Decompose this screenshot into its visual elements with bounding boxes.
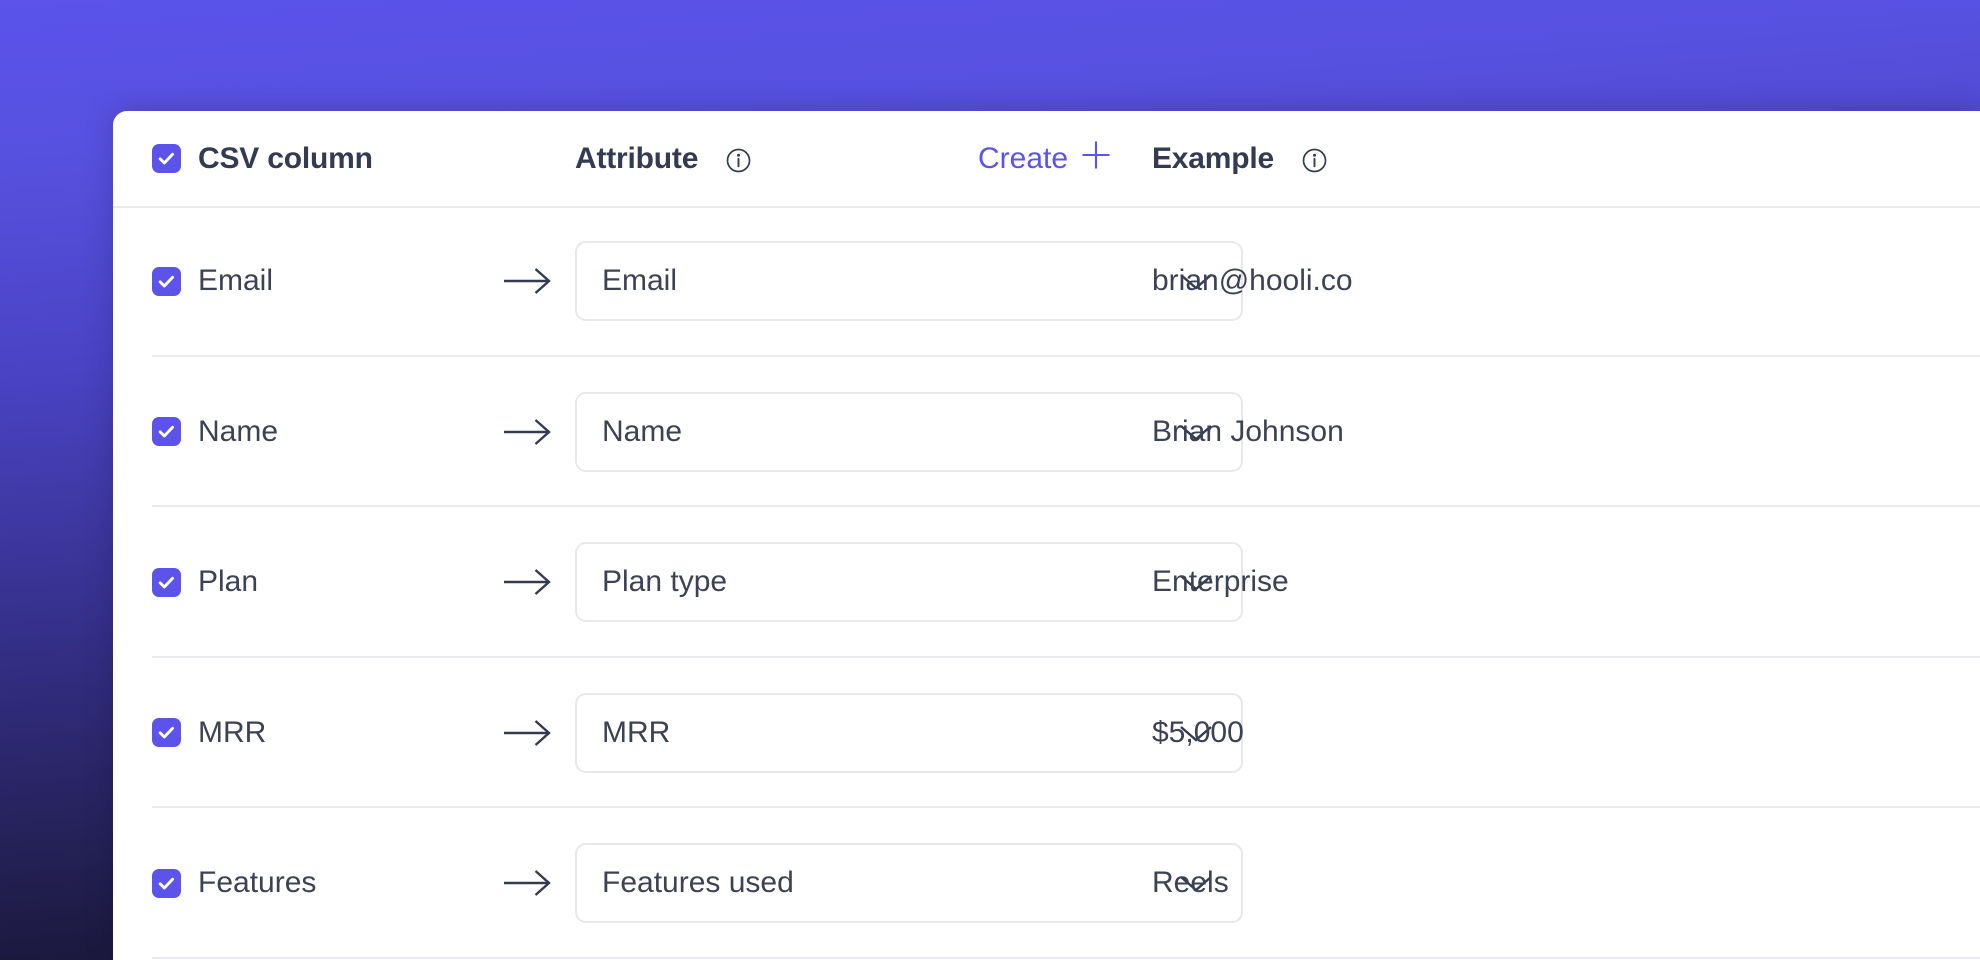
arrow-right-icon: [501, 658, 555, 809]
attribute-select-value: Plan type: [602, 565, 728, 598]
table-row: Plan Plan type Enterprise: [113, 507, 1980, 658]
attribute-select[interactable]: Name: [575, 391, 1243, 472]
row-example-value: Brian Johnson: [1152, 414, 1344, 448]
row-csv-column-label: Name: [198, 414, 279, 448]
attribute-select-value: Email: [602, 264, 678, 297]
row-csv-column-cell: Features: [152, 808, 316, 959]
attribute-select-value: Name: [602, 414, 683, 448]
header-example: Example: [1152, 111, 1327, 206]
table-row: MRR MRR $5,000: [113, 658, 1980, 809]
mapping-rows: Email Email brian@hooli.co Name Name Bri…: [113, 206, 1980, 959]
row-checkbox[interactable]: [152, 567, 181, 597]
attribute-select[interactable]: Email: [575, 241, 1243, 321]
arrow-right-icon: [501, 206, 555, 357]
row-csv-column-cell: MRR: [152, 658, 266, 809]
attribute-select[interactable]: Features used: [575, 843, 1243, 923]
attribute-select[interactable]: MRR: [575, 692, 1243, 773]
table-row: Email Email brian@hooli.co: [113, 206, 1980, 357]
attribute-select[interactable]: Plan type: [575, 542, 1243, 622]
arrow-right-icon: [501, 357, 555, 508]
header-attribute-label: Attribute: [575, 141, 699, 175]
arrow-right-icon: [501, 808, 555, 959]
create-attribute-label: Create: [978, 141, 1069, 175]
csv-mapping-card: CSV column Attribute Create Example Emai…: [113, 111, 1980, 960]
arrow-right-icon: [501, 507, 555, 658]
attribute-info-icon[interactable]: [726, 148, 751, 173]
table-row: Name Name Brian Johnson: [113, 357, 1980, 508]
row-example-value: Reels: [1152, 866, 1229, 900]
plus-icon: [1079, 138, 1113, 180]
row-checkbox[interactable]: [152, 718, 181, 748]
row-example-value: brian@hooli.co: [1152, 264, 1353, 298]
row-csv-column-cell: Name: [152, 357, 278, 508]
table-header-row: CSV column Attribute Create Example: [113, 111, 1980, 208]
row-csv-column-cell: Email: [152, 206, 273, 357]
row-csv-column-label: MRR: [198, 715, 267, 749]
attribute-select-value: Features used: [602, 866, 794, 899]
header-attribute: Attribute: [575, 111, 751, 206]
row-csv-column-label: Features: [198, 866, 317, 900]
row-example-value: Enterprise: [1152, 565, 1289, 599]
row-checkbox[interactable]: [152, 868, 181, 898]
row-checkbox[interactable]: [152, 417, 181, 447]
row-csv-column-label: Plan: [198, 565, 259, 599]
app-backdrop: CSV column Attribute Create Example Emai…: [0, 0, 1980, 960]
header-csv-column-label: CSV column: [198, 141, 373, 175]
select-all-checkbox[interactable]: [152, 144, 181, 173]
header-csv-column: CSV column: [152, 111, 373, 206]
row-checkbox[interactable]: [152, 266, 181, 296]
attribute-select-value: MRR: [602, 715, 671, 749]
table-row: Features Features used Reels: [113, 808, 1980, 959]
row-csv-column-cell: Plan: [152, 507, 258, 658]
row-csv-column-label: Email: [198, 264, 274, 298]
row-example-value: $5,000: [1152, 715, 1244, 749]
example-info-icon[interactable]: [1302, 148, 1327, 173]
create-attribute-button[interactable]: Create: [978, 111, 1113, 206]
header-example-label: Example: [1152, 141, 1274, 175]
row-divider: [152, 956, 1980, 959]
